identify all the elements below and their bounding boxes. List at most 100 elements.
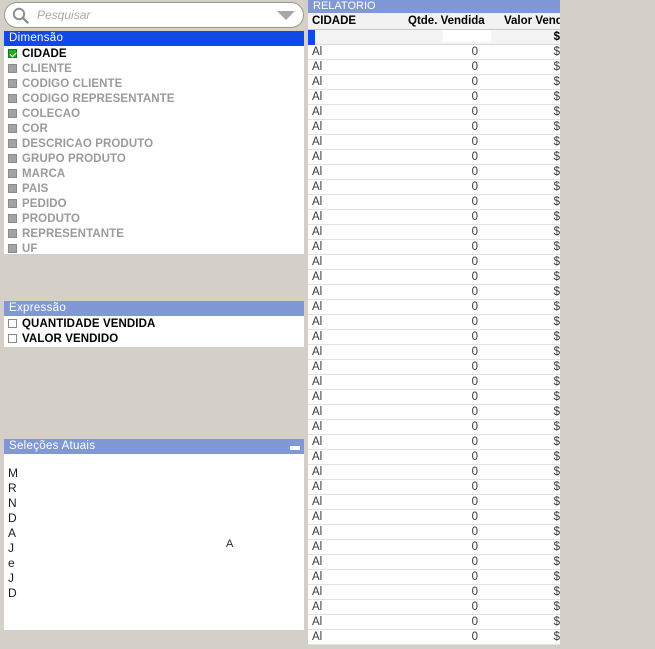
expression-list[interactable]: QUANTIDADE VENDIDA VALOR VENDIDO [4,316,304,347]
checkbox-unchecked-icon[interactable] [8,229,17,238]
dimension-list-item-label: PAIS [22,182,49,195]
checkbox-unchecked-icon[interactable] [8,244,17,253]
table-row[interactable]: Al 0 $ [308,360,560,375]
table-row[interactable]: Al 0 $ [308,585,560,600]
cell-valor-vendido: $ [553,331,560,343]
table-row[interactable]: Al 0 $ [308,390,560,405]
dimension-list-item-label: CLIENTE [22,62,72,75]
table-row[interactable]: Al 0 $ [308,120,560,135]
minimize-icon[interactable] [290,446,300,450]
table-row[interactable]: Al 0 $ [308,495,560,510]
table-row[interactable]: Al 0 $ [308,465,560,480]
table-row[interactable]: Al 0 $ [308,300,560,315]
table-row[interactable]: Al 0 $ [308,420,560,435]
expression-section-header: Expressão [4,301,304,316]
cell-cidade: Al [312,286,323,298]
checkbox-unchecked-icon[interactable] [8,139,17,148]
cell-qtde-vendida: 0 [471,91,478,103]
dimension-list-item[interactable]: CLIENTE [4,61,304,76]
checkbox-unchecked-icon[interactable] [8,64,17,73]
table-row[interactable]: Al 0 $ [308,600,560,615]
dimension-list-item[interactable]: CIDADE [4,46,304,61]
table-row[interactable]: Al 0 $ [308,615,560,630]
dimension-list-item-label: CODIGO REPRESENTANTE [22,92,175,105]
table-body[interactable]: 0$Al0$Al0$Al0$Al0$Al0$Al0$Al0$Al0$Al0$Al… [308,30,560,649]
dimension-list-item[interactable]: DESCRICAO PRODUTO [4,136,304,151]
table-row[interactable]: Al 0 $ [308,345,560,360]
dimension-list-item[interactable]: MARCA [4,166,304,181]
chevron-down-icon[interactable] [273,2,299,28]
dimension-list[interactable]: CIDADE CLIENTE CODIGO CLIENTE CODIGO REPRES… [4,46,304,254]
table-row[interactable]: Al 0 $ [308,45,560,60]
cell-valor-vendido: $ [553,91,560,103]
table-row[interactable]: Al 0 $ [308,180,560,195]
table-row[interactable]: Al 0 $ [308,570,560,585]
checkbox-unchecked-icon[interactable] [8,169,17,178]
table-row[interactable]: Al 0 $ [308,525,560,540]
table-row[interactable]: Al 0 $ [308,75,560,90]
table-row[interactable]: Al 0 $ [308,255,560,270]
checkbox-unchecked-icon[interactable] [8,94,17,103]
cell-valor-vendido: $ [553,346,560,358]
table-row[interactable]: Al 0 $ [308,210,560,225]
column-header-cidade[interactable]: CIDADE [312,13,404,30]
dimension-list-item[interactable]: PRODUTO [4,211,304,226]
checkbox-unchecked-icon[interactable] [8,124,17,133]
cell-cidade: Al [312,436,323,448]
table-row[interactable]: Al 0 $ [308,510,560,525]
table-row[interactable]: Al 0 $ [308,450,560,465]
dimension-list-item[interactable]: CODIGO CLIENTE [4,76,304,91]
table-row[interactable]: Al 0 $ [308,195,560,210]
checkbox-checked-icon[interactable] [8,49,17,58]
checkbox-unchecked-icon[interactable] [8,319,17,328]
table-row[interactable]: Al 0 $ [308,330,560,345]
dimension-list-item[interactable]: COLECAO [4,106,304,121]
table-row[interactable]: Al 0 $ [308,555,560,570]
dimension-list-item[interactable]: UF [4,241,304,254]
table-row[interactable]: Al 0 $ [308,165,560,180]
table-row[interactable]: Al 0 $ [308,435,560,450]
checkbox-unchecked-icon[interactable] [8,79,17,88]
report-title-bar: RELATORIO [308,0,560,13]
checkbox-unchecked-icon[interactable] [8,109,17,118]
table-row[interactable]: Al 0 $ [308,540,560,555]
checkbox-unchecked-icon[interactable] [8,214,17,223]
dimension-list-item[interactable]: COR [4,121,304,136]
table-row[interactable]: Al 0 $ [308,240,560,255]
table-row[interactable]: Al 0 $ [308,135,560,150]
table-row[interactable]: Al 0 $ [308,60,560,75]
checkbox-unchecked-icon[interactable] [8,184,17,193]
table-row[interactable]: Al 0 $ [308,630,560,645]
search-box[interactable] [4,2,304,28]
checkbox-unchecked-icon[interactable] [8,154,17,163]
table-row[interactable]: Al 0 $ [308,150,560,165]
stray-glyph: A [226,538,234,550]
dimension-list-item[interactable]: PAIS [4,181,304,196]
column-header-qtde-vendida[interactable]: Qtde. Vendida [408,13,500,30]
table-row[interactable]: Al 0 $ [308,480,560,495]
table-row[interactable]: Al 0 $ [308,285,560,300]
cell-cidade: Al [312,601,323,613]
table-row[interactable]: Al 0 $ [308,225,560,240]
table-row[interactable]: 0$ [308,30,560,45]
expression-list-item[interactable]: VALOR VENDIDO [4,331,304,346]
checkbox-unchecked-icon[interactable] [8,199,17,208]
checkbox-unchecked-icon[interactable] [8,334,17,343]
current-selections-body[interactable]: A MRNDAJeJD [4,454,304,630]
dimension-list-item-label: UF [22,242,38,255]
table-row[interactable]: Al 0 $ [308,405,560,420]
table-row[interactable]: Al 0 $ [308,270,560,285]
cell-valor-vendido: $ [553,601,560,613]
dimension-list-item[interactable]: REPRESENTANTE [4,226,304,241]
table-row[interactable]: Al 0 $ [308,315,560,330]
dimension-list-item[interactable]: CODIGO REPRESENTANTE [4,91,304,106]
table-row[interactable]: Al 0 $ [308,375,560,390]
table-row[interactable]: Al 0 $ [308,90,560,105]
cell-cidade: Al [312,466,323,478]
dimension-list-item[interactable]: GRUPO PRODUTO [4,151,304,166]
expression-list-item[interactable]: QUANTIDADE VENDIDA [4,316,304,331]
search-input[interactable] [29,8,273,22]
table-row[interactable]: Al 0 $ [308,105,560,120]
cell-valor-vendido: $ [553,376,560,388]
dimension-list-item[interactable]: PEDIDO [4,196,304,211]
